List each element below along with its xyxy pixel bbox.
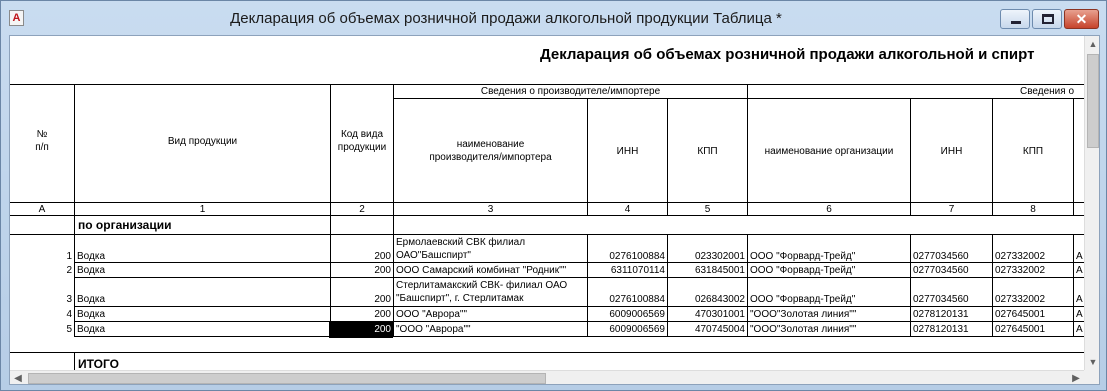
cell-extra[interactable]: А	[1076, 293, 1083, 306]
cell-kpp[interactable]: 470745004	[668, 323, 745, 336]
cell-extra[interactable]: А	[1076, 264, 1083, 277]
minimize-icon	[1011, 21, 1021, 24]
column-number: 7	[948, 204, 955, 215]
spreadsheet[interactable]: Декларация об объемах розничной продажи …	[10, 36, 1084, 370]
column-number: 3	[487, 204, 494, 215]
section-label: по организации	[78, 218, 172, 232]
cell-extra[interactable]: А	[1076, 308, 1083, 321]
horizontal-scroll-thumb[interactable]	[28, 373, 546, 384]
cell-producer[interactable]: Стерлитамакский СВК- филиал ОАО "Башспир…	[396, 279, 567, 305]
header-product-type: Вид продукции	[167, 136, 238, 147]
cell-product-type[interactable]: Водка	[77, 293, 105, 306]
header-producer-name: наименование производителя/импортера	[429, 139, 552, 163]
cell-num[interactable]: 2	[10, 264, 72, 277]
column-number: 5	[704, 204, 711, 215]
cell-kpp-2[interactable]: 027332002	[995, 293, 1045, 306]
cell-num[interactable]: 5	[10, 323, 72, 336]
cell-producer[interactable]: ООО Самарский комбинат "Родник""	[396, 264, 566, 277]
cell-num[interactable]: 1	[10, 250, 72, 263]
document-view: Декларация об объемах розничной продажи …	[9, 35, 1100, 385]
header-org-name: наименование организации	[764, 146, 894, 157]
maximize-button[interactable]	[1032, 9, 1062, 29]
scroll-down-icon[interactable]: ▼	[1085, 354, 1099, 370]
cell-inn-2[interactable]: 0277034560	[913, 250, 969, 263]
cell-num[interactable]: 4	[10, 308, 72, 321]
cell-org[interactable]: ООО "Форвард-Трейд"	[750, 293, 855, 306]
cell-inn[interactable]: 6009006569	[588, 308, 665, 321]
window-title: Декларация об объемах розничной продажи …	[230, 10, 782, 27]
cell-product-code[interactable]: 200	[331, 293, 391, 306]
cell-inn[interactable]: 6311070114	[588, 264, 665, 277]
header-inn: ИНН	[616, 146, 639, 157]
cell-kpp-2[interactable]: 027645001	[995, 308, 1045, 321]
cell-org[interactable]: ООО "Форвард-Трейд"	[750, 250, 855, 263]
column-number: 2	[359, 204, 365, 215]
cell-product-type[interactable]: Водка	[77, 308, 105, 321]
header-product-code: Код вида продукции	[337, 129, 387, 153]
header-group-producer: Сведения о производителе/импортере	[480, 86, 661, 97]
cell-product-code[interactable]: 200	[331, 308, 391, 321]
cell-inn-2[interactable]: 0277034560	[913, 293, 969, 306]
cell-extra[interactable]: А	[1076, 250, 1083, 263]
cell-product-type[interactable]: Водка	[77, 323, 105, 336]
cell-kpp[interactable]: 470301001	[668, 308, 745, 321]
document-title: Декларация об объемах розничной продажи …	[540, 46, 1035, 63]
scrollbar-corner	[1084, 370, 1099, 384]
header-num: № п/п	[35, 129, 49, 153]
cell-org[interactable]: "ООО"Золотая линия""	[750, 323, 856, 336]
cell-producer[interactable]: ООО "Аврора""	[396, 308, 467, 321]
maximize-icon	[1042, 14, 1054, 24]
column-number: 6	[826, 204, 832, 215]
cell-inn[interactable]: 0276100884	[588, 293, 665, 306]
cell-product-code[interactable]: 200	[331, 250, 391, 263]
cell-extra[interactable]: А	[1076, 323, 1083, 336]
scroll-left-icon[interactable]: ◀	[10, 371, 26, 384]
cell-kpp-2[interactable]: 027332002	[995, 250, 1045, 263]
cell-product-type[interactable]: Водка	[77, 264, 105, 277]
cell-inn-2[interactable]: 0277034560	[913, 264, 969, 277]
column-number: 8	[1030, 204, 1036, 215]
cell-kpp-2[interactable]: 027332002	[995, 264, 1045, 277]
cell-kpp[interactable]: 026843002	[668, 293, 745, 306]
header-group-second: Сведения о	[1020, 86, 1075, 97]
header-kpp-2: КПП	[1022, 146, 1044, 157]
column-number: 1	[199, 204, 206, 215]
total-label: ИТОГО	[78, 357, 119, 371]
scroll-up-icon[interactable]: ▲	[1085, 36, 1099, 52]
column-number: А	[38, 204, 46, 215]
cell-product-type[interactable]: Водка	[77, 250, 105, 263]
close-icon: ✕	[1075, 11, 1088, 27]
cell-product-code[interactable]: 200	[331, 264, 391, 277]
cell-inn[interactable]: 6009006569	[588, 323, 665, 336]
cell-producer[interactable]: "ООО "Аврора""	[396, 323, 471, 336]
header-inn-2: ИНН	[940, 146, 963, 157]
cell-kpp[interactable]: 631845001	[668, 264, 745, 277]
cell-num[interactable]: 3	[10, 293, 72, 306]
column-number: 4	[624, 204, 631, 215]
vertical-scrollbar[interactable]: ▲ ▼	[1084, 36, 1099, 370]
scroll-right-icon[interactable]: ▶	[1068, 371, 1084, 384]
close-button[interactable]: ✕	[1064, 9, 1099, 29]
horizontal-scrollbar[interactable]: ◀ ▶	[10, 370, 1084, 384]
header-kpp: КПП	[697, 146, 718, 157]
cell-inn-2[interactable]: 0278120131	[913, 323, 969, 336]
title-bar[interactable]: A Декларация об объемах розничной продаж…	[1, 1, 1106, 35]
cell-inn-2[interactable]: 0278120131	[913, 308, 969, 321]
cell-kpp-2[interactable]: 027645001	[995, 323, 1045, 336]
cell-org[interactable]: "ООО"Золотая линия""	[750, 308, 856, 321]
app-window: A Декларация об объемах розничной продаж…	[0, 0, 1107, 391]
cell-producer[interactable]: Ермолаевский СВК филиал ОАО"Башспирт"	[396, 236, 525, 262]
vertical-scroll-thumb[interactable]	[1087, 54, 1099, 148]
cell-product-code-selected[interactable]: 200	[329, 321, 393, 338]
cell-kpp[interactable]: 023302001	[668, 250, 745, 263]
minimize-button[interactable]	[1000, 9, 1030, 29]
cell-org[interactable]: ООО "Форвард-Трейд"	[750, 264, 855, 277]
cell-inn[interactable]: 0276100884	[588, 250, 665, 263]
